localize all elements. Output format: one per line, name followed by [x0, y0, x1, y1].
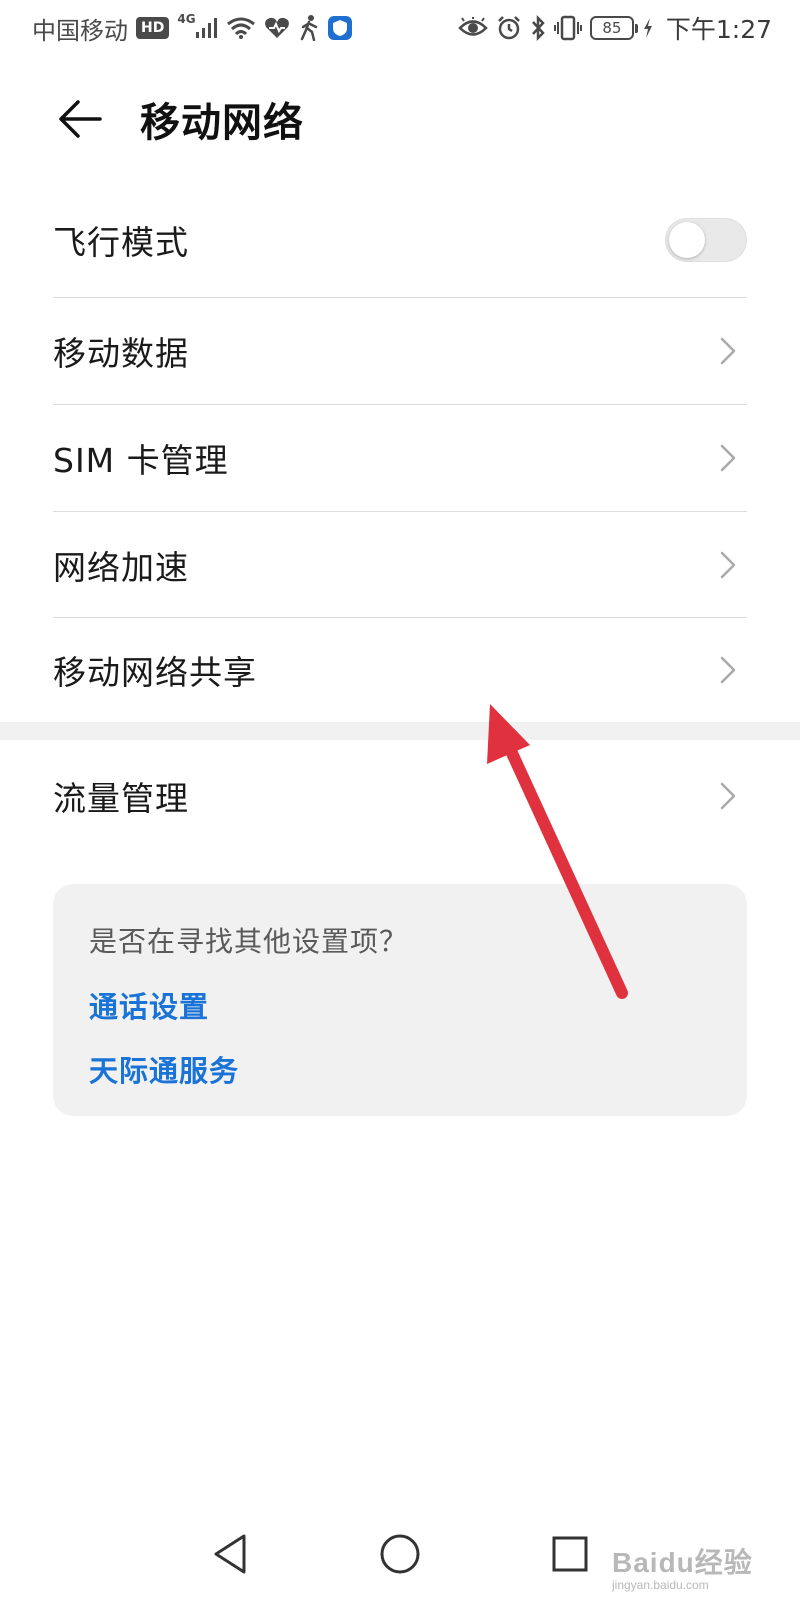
wifi-icon — [226, 14, 256, 42]
network-acceleration-label: 网络加速 — [53, 548, 189, 587]
airplane-mode-toggle[interactable] — [665, 218, 747, 262]
data-usage-row[interactable]: 流量管理 — [53, 742, 747, 850]
status-bar-right: 85 下午1:27 — [458, 10, 772, 46]
security-shield-icon — [327, 16, 352, 40]
suggestion-card: 是否在寻找其他设置项？ 通话设置 天际通服务 — [53, 884, 747, 1116]
nav-home-button[interactable] — [370, 1524, 430, 1584]
charging-bolt-icon — [642, 14, 654, 42]
sim-management-label: SIM 卡管理 — [53, 441, 229, 480]
skytone-service-link[interactable]: 天际通服务 — [89, 1048, 711, 1090]
nav-recents-button[interactable] — [540, 1524, 600, 1584]
baidu-watermark: Baidu经验 jingyan.baidu.com — [612, 1547, 753, 1593]
vibrate-icon — [553, 14, 582, 42]
tethering-label: 移动网络共享 — [53, 653, 257, 692]
watermark-main-text: Baidu经验 — [612, 1547, 753, 1578]
network-type-label: 4G — [177, 12, 196, 26]
chevron-right-icon — [713, 331, 743, 371]
square-recents-icon — [552, 1536, 588, 1572]
chevron-right-icon — [713, 545, 743, 585]
health-heart-icon — [264, 14, 290, 42]
network-acceleration-row[interactable]: 网络加速 — [53, 512, 747, 618]
section-separator — [0, 722, 800, 740]
airplane-mode-row[interactable]: 飞行模式 — [53, 190, 747, 290]
battery-icon: 85 — [589, 16, 638, 40]
eye-comfort-icon — [458, 14, 488, 42]
walking-icon — [298, 14, 320, 42]
chevron-right-icon — [713, 650, 743, 690]
alarm-icon — [496, 14, 522, 42]
toggle-knob — [669, 222, 705, 258]
suggestion-question: 是否在寻找其他设置项？ — [89, 925, 409, 958]
nav-back-button[interactable] — [200, 1524, 260, 1584]
call-settings-link[interactable]: 通话设置 — [89, 984, 711, 1026]
back-arrow-icon — [59, 100, 102, 138]
chevron-right-icon — [713, 438, 743, 478]
data-usage-label: 流量管理 — [53, 779, 189, 818]
status-bar-left: 中国移动 HD 4G — [32, 11, 352, 46]
airplane-mode-label: 飞行模式 — [53, 223, 189, 262]
watermark-url-text: jingyan.baidu.com — [612, 1578, 709, 1592]
signal-icon: 4G — [177, 12, 217, 42]
back-button[interactable] — [44, 83, 116, 155]
circle-home-icon — [380, 1534, 420, 1574]
mobile-data-row[interactable]: 移动数据 — [53, 298, 747, 404]
carrier-name: 中国移动 — [32, 16, 128, 45]
status-time: 下午1:27 — [665, 15, 772, 44]
page-header: 移动网络 — [0, 76, 800, 162]
chevron-right-icon — [713, 776, 743, 816]
triangle-back-icon — [214, 1534, 246, 1574]
bluetooth-icon — [530, 14, 546, 42]
mobile-data-label: 移动数据 — [53, 334, 189, 373]
sim-management-row[interactable]: SIM 卡管理 — [53, 405, 747, 511]
tethering-row[interactable]: 移动网络共享 — [53, 618, 747, 722]
page-title: 移动网络 — [140, 100, 304, 146]
status-bar: 中国移动 HD 4G 85 下午1:27 — [0, 0, 800, 56]
hd-icon: HD — [136, 17, 170, 39]
